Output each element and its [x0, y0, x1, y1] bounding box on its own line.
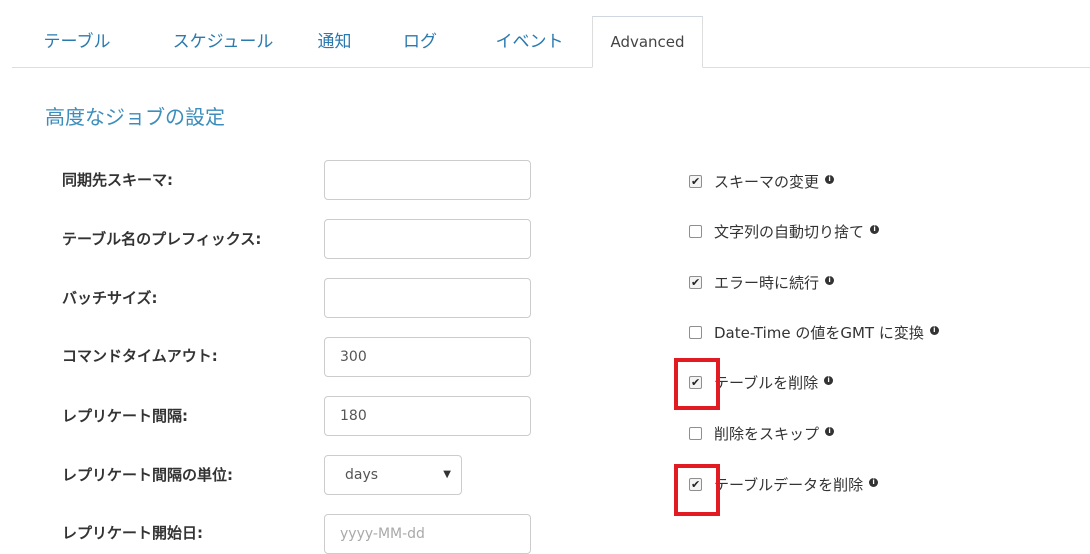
checkbox-label: テーブルを削除 i: [714, 373, 834, 393]
command-timeout-label: コマンドタイムアウト:: [62, 347, 218, 365]
checkbox-label: テーブルデータを削除 i: [714, 475, 879, 495]
tab-table[interactable]: テーブル: [32, 16, 122, 67]
checkbox[interactable]: ✔: [689, 276, 702, 289]
highlight-box-truncate-table: [674, 464, 720, 516]
replicate-interval-input[interactable]: [324, 396, 531, 436]
highlight-box-drop-table: [674, 358, 720, 410]
tab-event[interactable]: イベント: [482, 16, 577, 67]
replicate-start-date-label: レプリケート開始日:: [62, 524, 203, 542]
batch-size-input[interactable]: [324, 278, 531, 318]
replicate-interval-label: レプリケート間隔:: [62, 407, 188, 425]
tab-log[interactable]: ログ: [395, 16, 445, 67]
tab-bar: テーブル スケジュール 通知 ログ イベント Advanced: [12, 0, 1090, 68]
table-prefix-label: テーブル名のプレフィックス:: [62, 230, 262, 248]
checkbox[interactable]: [689, 326, 702, 339]
select-value: days: [345, 467, 379, 483]
info-icon[interactable]: i: [825, 276, 835, 285]
info-icon[interactable]: i: [825, 175, 835, 184]
checkmark-icon: ✔: [691, 276, 701, 289]
info-icon[interactable]: i: [825, 427, 835, 436]
table-prefix-input[interactable]: [324, 219, 531, 259]
checkbox-label: 削除をスキップ i: [714, 424, 835, 444]
checkmark-icon: ✔: [691, 175, 701, 188]
caret-down-icon: ▼: [443, 469, 451, 480]
batch-size-label: バッチサイズ:: [62, 289, 158, 307]
target-schema-input[interactable]: [324, 160, 531, 200]
checkbox-label: 文字列の自動切り捨て i: [714, 222, 880, 242]
checkbox[interactable]: [689, 225, 702, 238]
info-icon[interactable]: i: [824, 376, 834, 385]
checkbox-label: Date-Time の値をGMT に変換 i: [714, 323, 939, 343]
info-icon[interactable]: i: [929, 326, 939, 335]
info-icon[interactable]: i: [870, 225, 880, 234]
tab-schedule[interactable]: スケジュール: [158, 16, 288, 67]
tab-advanced[interactable]: Advanced: [592, 16, 703, 68]
tab-notification[interactable]: 通知: [307, 16, 362, 67]
info-icon[interactable]: i: [869, 478, 879, 487]
checkbox-label: エラー時に続行 i: [714, 273, 835, 293]
replicate-start-date-input[interactable]: [324, 514, 531, 554]
section-title: 高度なジョブの設定: [45, 105, 225, 129]
command-timeout-input[interactable]: [324, 337, 531, 377]
checkbox-label: スキーマの変更 i: [714, 172, 835, 192]
replicate-interval-unit-label: レプリケート間隔の単位:: [62, 466, 233, 484]
checkbox[interactable]: ✔: [689, 175, 702, 188]
replicate-interval-unit-select[interactable]: days ▼: [324, 455, 462, 495]
target-schema-label: 同期先スキーマ:: [62, 171, 173, 189]
checkbox[interactable]: [689, 427, 702, 440]
